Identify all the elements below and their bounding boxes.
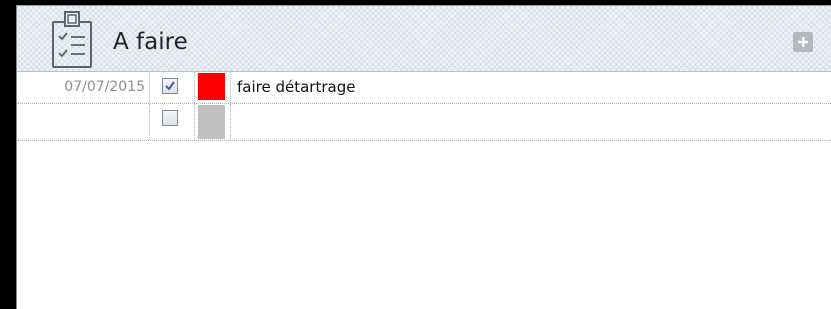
todo-panel: A faire 07/07/2015 faire détartrage [16,5,831,309]
task-date [17,104,150,140]
task-text[interactable]: faire détartrage [237,72,831,103]
panel-title: A faire [113,29,188,55]
task-row[interactable] [17,104,831,141]
check-mark-icon [165,81,175,91]
panel-header: A faire [17,6,831,72]
task-done-cell [151,72,195,103]
checklist-clipboard-icon [51,9,93,69]
task-row[interactable]: 07/07/2015 faire détartrage [17,72,831,104]
task-color-swatch[interactable] [198,73,225,100]
add-task-button[interactable] [793,32,813,52]
plus-icon [798,37,808,47]
task-done-checkbox[interactable] [162,110,178,126]
task-text-input[interactable] [237,104,831,140]
task-date: 07/07/2015 [17,72,150,103]
task-color-swatch[interactable] [198,105,225,139]
task-done-checkbox[interactable] [162,78,178,94]
task-done-cell [151,104,195,140]
task-color-cell [195,104,231,140]
task-list: 07/07/2015 faire détartrage [17,72,831,141]
task-color-cell [195,72,231,103]
